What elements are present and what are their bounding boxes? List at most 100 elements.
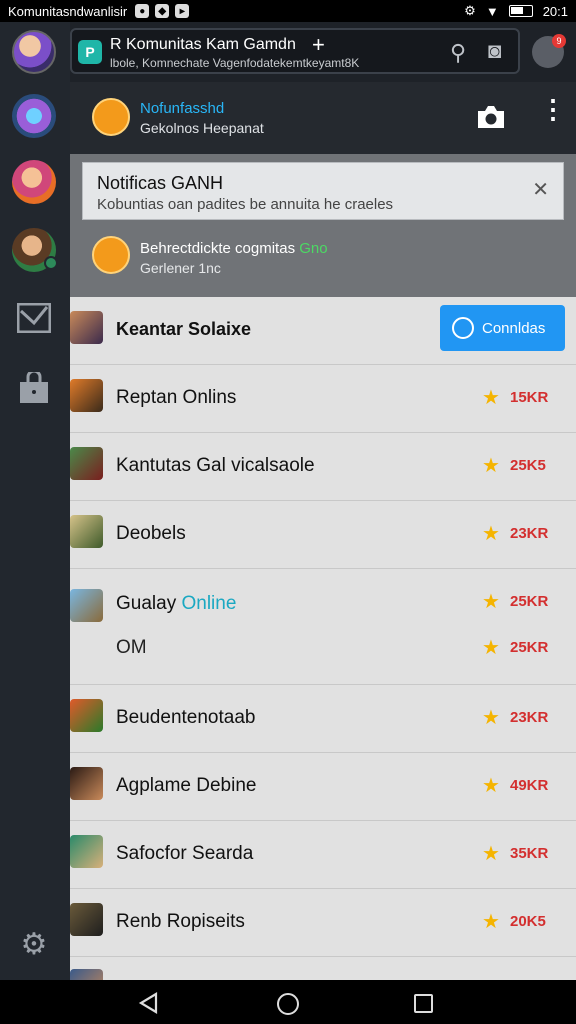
- settings-rail-button[interactable]: ⚙: [12, 922, 56, 966]
- close-icon[interactable]: ✕: [532, 177, 549, 202]
- notification-title-1: Nofunfasshd: [140, 100, 225, 117]
- store-rail-button[interactable]: [12, 366, 56, 410]
- list-item[interactable]: [70, 957, 576, 980]
- member-avatar: [70, 311, 103, 344]
- community-avatar-1[interactable]: [12, 94, 56, 138]
- member-name: Deobels: [116, 523, 186, 544]
- community-logo-icon: P: [78, 40, 102, 64]
- member-name: Agplame Debine: [116, 775, 257, 796]
- list-item[interactable]: Safocfor Searda ★ 35KR: [70, 821, 576, 889]
- member-name: Keantar Solaixe: [116, 319, 252, 339]
- follow-button[interactable]: Connldas: [440, 305, 565, 351]
- member-name: Safocfor Searda: [116, 843, 254, 864]
- notification-dot-icon: ●: [135, 4, 150, 18]
- list-item[interactable]: Keantar Solaixe Connldas: [70, 297, 576, 365]
- status-notification-icons: ● ◆ ▸: [135, 4, 190, 18]
- notification-app-icon-1: [92, 98, 130, 136]
- follow-button-label: Connldas: [482, 319, 546, 337]
- wifi-icon: ▼: [485, 3, 499, 19]
- member-avatar: [70, 969, 103, 980]
- member-avatar: [70, 379, 103, 412]
- member-score: 20K5: [510, 913, 546, 930]
- star-icon: ★: [482, 637, 500, 659]
- home-icon[interactable]: [277, 993, 299, 1015]
- notification-subtitle-1: Gekolnos Heepanat: [140, 120, 264, 136]
- notification-subtitle-2: Gerlener 1nc: [140, 260, 221, 276]
- star-icon: ★: [482, 843, 500, 865]
- profile-avatar[interactable]: [12, 30, 56, 74]
- system-navigation-bar: [0, 980, 576, 1024]
- notification-app-icon: ◆: [155, 4, 170, 18]
- camera-settings-icon[interactable]: [474, 102, 508, 132]
- online-status: Online: [181, 593, 237, 614]
- notification-card-title: Notificas GANH: [97, 173, 224, 193]
- recent-apps-icon[interactable]: [414, 994, 433, 1013]
- star-icon: ★: [482, 911, 500, 933]
- community-avatar-3[interactable]: [12, 228, 58, 272]
- member-score: 49KR: [510, 777, 549, 794]
- member-name: Renb Ropiseits: [116, 911, 245, 932]
- star-icon: ★: [482, 775, 500, 797]
- member-name: Gualay Online: [116, 593, 237, 614]
- community-avatar-2[interactable]: [12, 160, 56, 204]
- member-score: 23KR: [510, 525, 549, 542]
- members-icon[interactable]: ⚲: [450, 40, 466, 66]
- notification-title-2-accent: Gno: [299, 240, 328, 257]
- list-item[interactable]: Agplame Debine ★ 49KR: [70, 753, 576, 821]
- link-icon: [452, 317, 474, 339]
- member-avatar: [70, 835, 103, 868]
- member-name: Reptan Onlins: [116, 387, 237, 408]
- member-avatar: [70, 767, 103, 800]
- member-avatar: [70, 699, 103, 732]
- notifications-panel: Nofunfasshd Gekolnos Heepanat ⋮ Notifica…: [70, 82, 576, 297]
- list-item[interactable]: Gualay Online ★ 25KR OM ★ 25KR: [70, 569, 576, 685]
- community-subtitle: lbole, Komnechate Vagenfodatekemtkeyamt8…: [110, 56, 360, 70]
- member-avatar: [70, 903, 103, 936]
- online-badge-icon: [44, 256, 58, 270]
- member-score: 25K5: [510, 457, 546, 474]
- settings-gear-status-icon: ⚙: [464, 3, 476, 18]
- star-icon: ★: [482, 707, 500, 729]
- messages-rail-button[interactable]: [12, 296, 56, 340]
- status-app-title: Komunitasndwanlisir: [8, 3, 128, 19]
- list-item[interactable]: Kantutas Gal vicalsaole ★ 25K5: [70, 433, 576, 501]
- list-item[interactable]: Renb Ropiseits ★ 20K5: [70, 889, 576, 957]
- member-score: 15KR: [510, 389, 549, 406]
- member-sub-score: 25KR: [510, 639, 549, 656]
- list-item[interactable]: Beudentenotaab ★ 23KR: [70, 685, 576, 753]
- notification-app-icon-2: [92, 236, 130, 274]
- notification-card[interactable]: Notificas GANH Kobuntias oan padites be …: [82, 162, 564, 220]
- header-bar: P R Komunitas Kam Gamdn + lbole, Komnech…: [70, 22, 576, 82]
- camera-icon[interactable]: ◙: [488, 38, 501, 64]
- notification-card-subtitle: Kobuntias oan padites be annuita he crae…: [97, 196, 394, 213]
- member-avatar: [70, 515, 103, 548]
- member-score: 25KR: [510, 593, 549, 610]
- member-name: Beudentenotaab: [116, 707, 256, 728]
- list-item[interactable]: Deobels ★ 23KR: [70, 501, 576, 569]
- community-title-bar[interactable]: P R Komunitas Kam Gamdn + lbole, Komnech…: [70, 28, 520, 74]
- gear-icon: ⚙: [20, 927, 48, 961]
- member-sub-name: OM: [116, 637, 147, 658]
- member-name: Kantutas Gal vicalsaole: [116, 455, 315, 476]
- community-title: R Komunitas Kam Gamdn: [110, 36, 296, 53]
- clock: 20:1: [542, 3, 568, 19]
- mail-icon: [17, 303, 51, 333]
- star-icon: ★: [482, 523, 500, 545]
- star-icon: ★: [482, 591, 500, 613]
- list-item[interactable]: Reptan Onlins ★ 15KR: [70, 365, 576, 433]
- play-store-icon: ▸: [175, 4, 190, 18]
- status-bar: Komunitasndwanlisir ● ◆ ▸ ⚙ ▼ 20:1: [0, 0, 576, 22]
- member-avatar: [70, 589, 103, 622]
- member-avatar: [70, 447, 103, 480]
- notification-count-badge: 9: [552, 34, 566, 48]
- battery-icon: [508, 5, 533, 17]
- member-list: Keantar Solaixe Connldas Reptan Onlins ★…: [70, 297, 576, 980]
- notification-title-2: Behrectdickte cogmitas Gno: [140, 240, 328, 257]
- left-rail: ⚙: [0, 22, 70, 980]
- back-icon[interactable]: [138, 992, 160, 1014]
- add-icon[interactable]: +: [312, 32, 325, 58]
- shopping-bag-icon: [20, 372, 48, 403]
- member-score: 35KR: [510, 845, 549, 862]
- more-options-icon[interactable]: ⋮: [540, 96, 566, 122]
- star-icon: ★: [482, 455, 500, 477]
